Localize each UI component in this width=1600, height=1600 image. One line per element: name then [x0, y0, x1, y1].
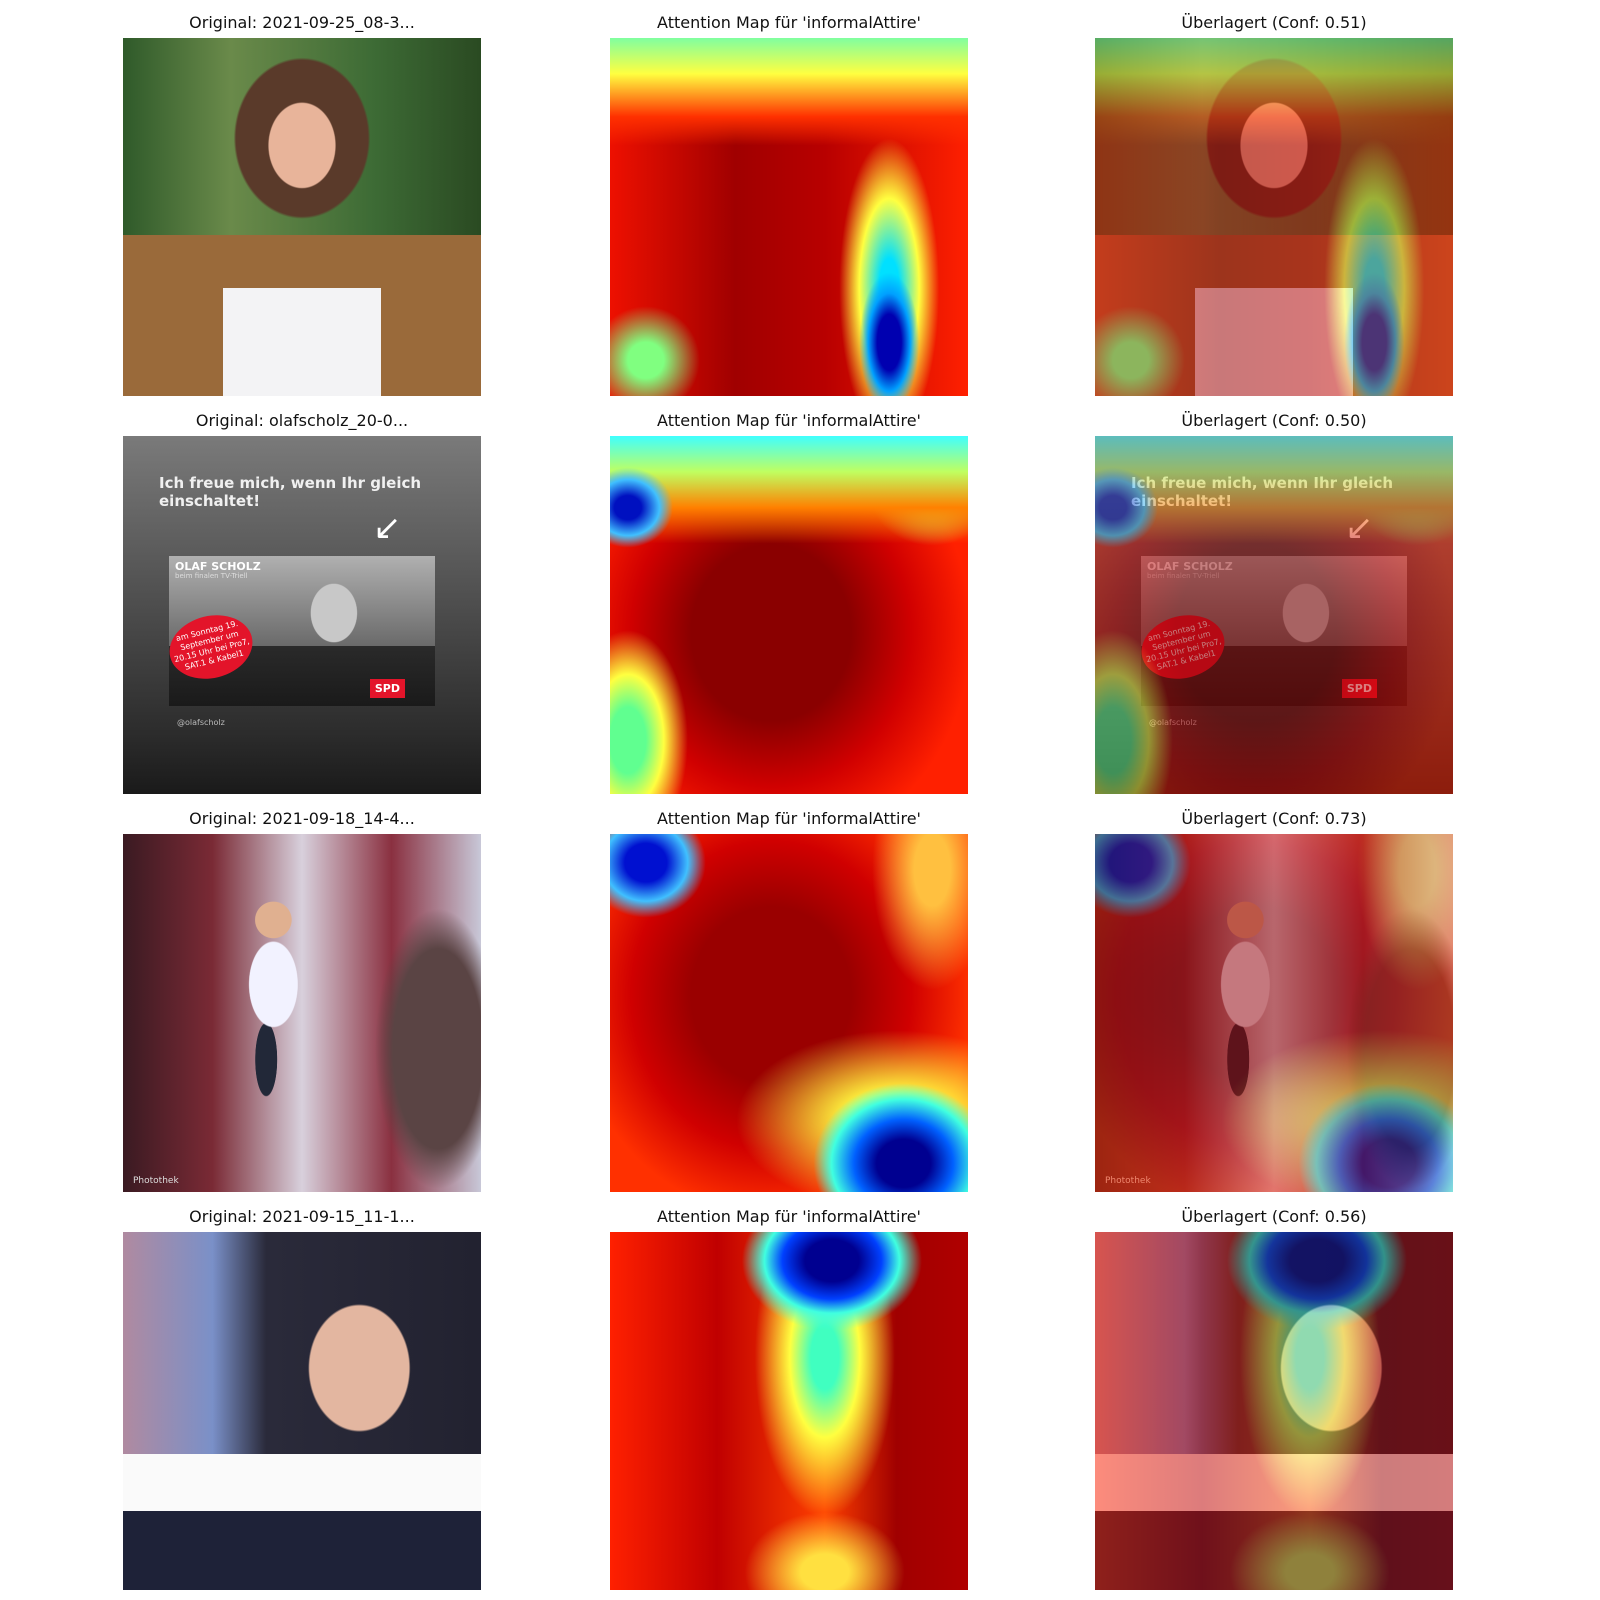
row1-overlay-image	[1095, 38, 1453, 396]
row4-overlay-title: Überlagert (Conf: 0.56)	[1181, 1207, 1367, 1226]
row3-attention-title: Attention Map für 'informalAttire'	[657, 809, 921, 828]
row3-original-title: Original: 2021-09-18_14-4...	[189, 809, 415, 828]
row2-original-title: Original: olafscholz_20-0...	[195, 411, 409, 430]
row2-original-image: Ich freue mich, wenn Ihr gleich einschal…	[123, 436, 481, 794]
spd-logo: SPD	[369, 679, 405, 698]
card-subtitle: beim finalen TV-Triell	[175, 572, 248, 580]
row4-overlay-image	[1095, 1232, 1453, 1590]
row1-original-image	[123, 38, 481, 396]
arrow-icon: ↙	[373, 508, 402, 548]
card-photo: OLAF SCHOLZ beim finalen TV-Triell am So…	[162, 556, 435, 706]
row4-original-title: Original: 2021-09-15_11-1...	[189, 1207, 415, 1226]
row3-overlay-title: Überlagert (Conf: 0.73)	[1181, 809, 1367, 828]
row4-attention-map	[610, 1232, 968, 1590]
row4-original-image	[123, 1232, 481, 1590]
row2-attention-title: Attention Map für 'informalAttire'	[657, 411, 921, 430]
row1-overlay-title: Überlagert (Conf: 0.51)	[1181, 13, 1367, 32]
card-date-badge: am Sonntag 19. September um 20.15 Uhr be…	[162, 606, 260, 688]
row2-overlay-title: Überlagert (Conf: 0.50)	[1181, 411, 1367, 430]
row1-attention-title: Attention Map für 'informalAttire'	[657, 13, 921, 32]
row4-attention-title: Attention Map für 'informalAttire'	[657, 1207, 921, 1226]
row2-overlay-image: Ich freue mich, wenn Ihr gleich einschal…	[1095, 436, 1453, 794]
card-handle: @olafscholz	[177, 718, 225, 727]
row2-attention-map	[610, 436, 968, 794]
photo-watermark: Photothek	[133, 1176, 179, 1186]
card-headline: Ich freue mich, wenn Ihr gleich einschal…	[159, 474, 422, 510]
row1-attention-map	[610, 38, 968, 396]
row3-attention-map	[610, 834, 968, 1192]
row1-original-title: Original: 2021-09-25_08-3...	[189, 13, 415, 32]
row3-original-image: Photothek	[123, 834, 481, 1192]
row3-overlay-image: Photothek	[1095, 834, 1453, 1192]
